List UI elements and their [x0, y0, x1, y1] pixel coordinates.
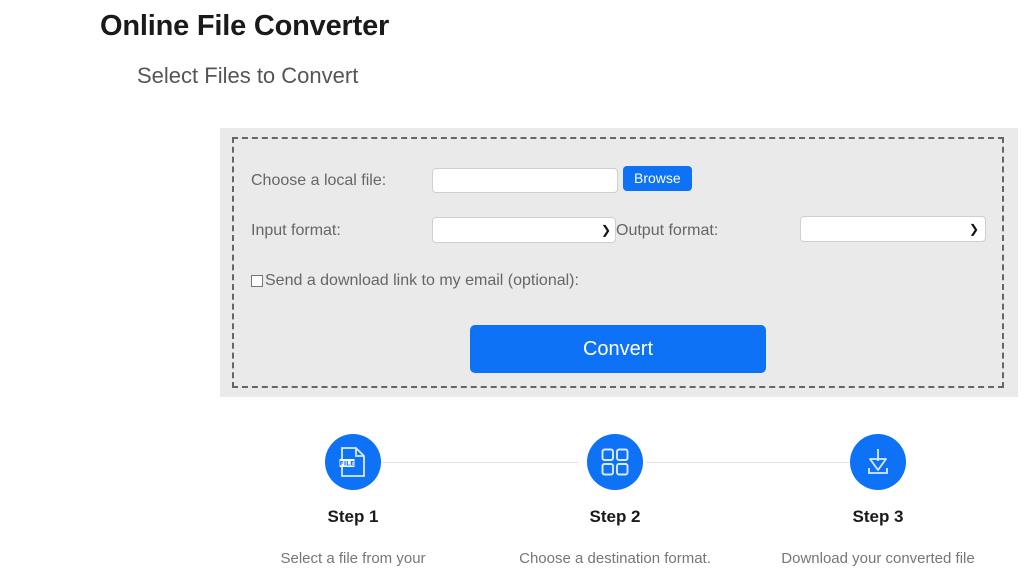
step-description: Choose a destination format.	[519, 550, 711, 567]
local-file-label: Choose a local file:	[251, 172, 387, 189]
output-format-select[interactable]	[800, 216, 986, 242]
browse-button[interactable]: Browse	[623, 166, 692, 191]
convert-button[interactable]: Convert	[470, 325, 766, 373]
input-format-select[interactable]	[432, 217, 616, 243]
step-title: Step 3	[852, 507, 904, 526]
email-link-label: Send a download link to my email (option…	[265, 272, 579, 289]
grid-squares-icon	[587, 434, 643, 490]
page-title: Online File Converter	[100, 10, 390, 42]
step-title: Step 2	[589, 507, 641, 526]
step-description: Select a file from your	[280, 550, 426, 567]
step-item-1: FILE Step 1 Select a file from your	[238, 420, 468, 569]
email-link-checkbox[interactable]	[251, 275, 263, 287]
output-format-label: Output format:	[616, 222, 719, 239]
converter-panel: Choose a local file: Browse Input format…	[220, 128, 1018, 397]
file-document-icon: FILE	[325, 434, 381, 490]
converter-dashed-area: Choose a local file: Browse Input format…	[232, 137, 1004, 388]
step-description: Download your converted file	[781, 550, 975, 567]
page-subtitle: Select Files to Convert	[137, 63, 359, 88]
svg-text:FILE: FILE	[340, 461, 355, 468]
email-option-row: Send a download link to my email (option…	[234, 271, 1002, 301]
download-icon	[850, 434, 906, 490]
local-file-row: Choose a local file: Browse	[234, 166, 1002, 196]
step-title: Step 1	[327, 507, 379, 526]
format-row: Input format: ❯ Output format: ❯	[234, 216, 1002, 246]
local-file-input[interactable]	[432, 168, 618, 193]
step-item-3: Step 3 Download your converted file	[763, 420, 993, 569]
input-format-label: Input format:	[251, 222, 341, 239]
steps-section: FILE Step 1 Select a file from your Step…	[0, 420, 1024, 577]
step-item-2: Step 2 Choose a destination format.	[500, 420, 730, 569]
